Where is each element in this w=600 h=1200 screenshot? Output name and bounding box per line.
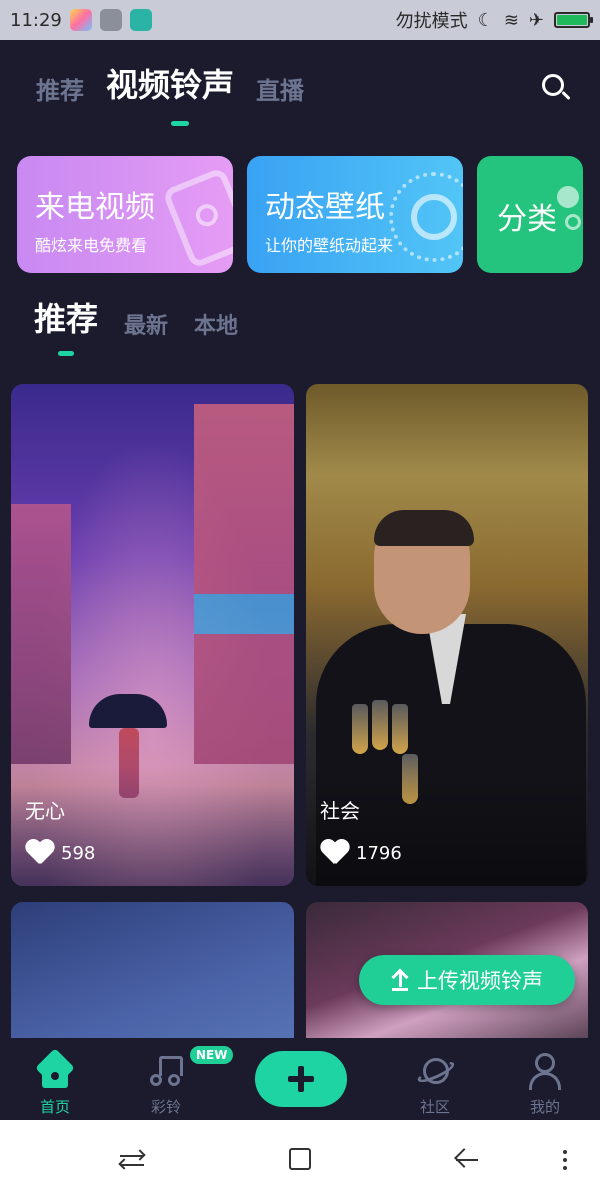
new-badge: NEW [190,1046,234,1064]
video-card[interactable]: 无心 598 [11,384,294,886]
swap-icon-head [118,1158,130,1170]
photos-app-icon [69,9,92,31]
card-title: 动态壁纸 [265,190,385,225]
nav-community[interactable]: 社区 [395,1052,475,1117]
music-icon-bar [159,1056,183,1076]
switch-apps-button[interactable] [118,1146,148,1174]
planet-icon [415,1052,457,1090]
battery-level [557,15,587,25]
tab-recommend[interactable]: 推荐 [36,71,84,106]
menu-dot-icon [563,1150,567,1154]
battery-icon [554,12,593,28]
wifi-icon: ≋ [503,9,519,31]
broom-app-icon [99,9,122,31]
card-subtitle: 让你的壁纸动起来 [265,236,394,255]
upload-icon-head [391,968,409,986]
swap-icon-head [134,1149,146,1161]
subtab-recommend[interactable]: 推荐 [34,294,98,340]
like-count: 598 [61,842,96,864]
thumbnail-sign [194,594,294,634]
subtab-latest[interactable]: 最新 [124,308,168,340]
thumbnail-shade [306,766,588,886]
status-bar: 11:29 勿扰模式 ☾ ≋ ✈ [0,0,600,40]
search-icon-handle [561,90,571,101]
home-square-button[interactable] [285,1146,315,1174]
thumbnail-shade [11,766,294,886]
music-icon [147,1052,185,1090]
square-icon [289,1148,311,1170]
category-decoration-ring [565,214,581,230]
thumbnail-man-hair [374,510,474,546]
back-button[interactable] [452,1146,482,1174]
nav-label: 社区 [419,1098,450,1116]
thumbnail-glass [392,704,408,754]
user-icon-head [535,1053,555,1073]
home-icon [36,1052,74,1090]
dnd-label: 勿扰模式 [395,11,468,32]
upload-video-ringtone-button[interactable]: 上传视频铃声 [359,955,575,1005]
card-live-wallpaper[interactable]: 动态壁纸 让你的壁纸动起来 [247,156,463,273]
card-title: 来电视频 [35,190,155,225]
tab-video-ringtone[interactable]: 视频铃声 [106,60,234,106]
top-tabs: 推荐 视频铃声 直播 [36,60,304,106]
nav-me[interactable]: 我的 [505,1052,585,1117]
top-tab-indicator [171,121,189,126]
menu-dot-icon [563,1158,567,1162]
status-time: 11:29 [10,9,62,31]
sub-tabs: 推荐 最新 本地 [34,294,238,340]
menu-button[interactable] [550,1146,580,1174]
user-icon-body [529,1072,561,1090]
heart-icon [25,840,55,866]
nav-label: 首页 [39,1098,70,1116]
system-nav-bar [0,1120,600,1200]
upload-icon [391,968,409,991]
card-incoming-video[interactable]: 来电视频 酷炫来电免费看 [17,156,233,273]
music-icon-note [168,1074,180,1086]
nav-label: 我的 [529,1098,560,1116]
home-icon-dot [51,1072,59,1080]
thumbnail-building-left [11,504,71,764]
card-title: 分类 [497,202,557,237]
user-icon [526,1052,564,1090]
upload-icon-base [392,988,408,991]
video-title: 无心 [25,799,65,823]
upload-label: 上传视频铃声 [417,969,543,993]
video-title: 社会 [320,799,360,823]
moon-icon: ☾ [477,9,494,31]
back-icon [454,1148,474,1168]
create-plus-button[interactable] [255,1051,347,1107]
airplane-icon: ✈ [528,9,544,31]
nav-label: 彩铃 [150,1098,181,1116]
menu-dot-icon [563,1166,567,1170]
card-subtitle: 酷炫来电免费看 [35,236,148,255]
thumbnail-glass [372,700,388,750]
thumbnail-umbrella [89,694,167,728]
heart-icon [320,840,350,866]
feature-cards: 来电视频 酷炫来电免费看 动态壁纸 让你的壁纸动起来 分类 [17,156,583,273]
tab-live[interactable]: 直播 [256,71,304,106]
thumbnail-building-right [194,404,294,764]
usb-icon [129,9,152,31]
nav-home[interactable]: 首页 [15,1052,95,1117]
search-button[interactable] [540,72,572,104]
music-icon-note [150,1074,162,1086]
thumbnail-glass [352,704,368,754]
like-count: 1796 [356,842,402,864]
card-category[interactable]: 分类 [477,156,583,273]
subtab-indicator [58,351,74,356]
video-likes: 1796 [320,840,402,866]
subtab-local[interactable]: 本地 [194,308,238,340]
video-likes: 598 [25,840,95,866]
video-card[interactable]: 社会 1796 [306,384,588,886]
